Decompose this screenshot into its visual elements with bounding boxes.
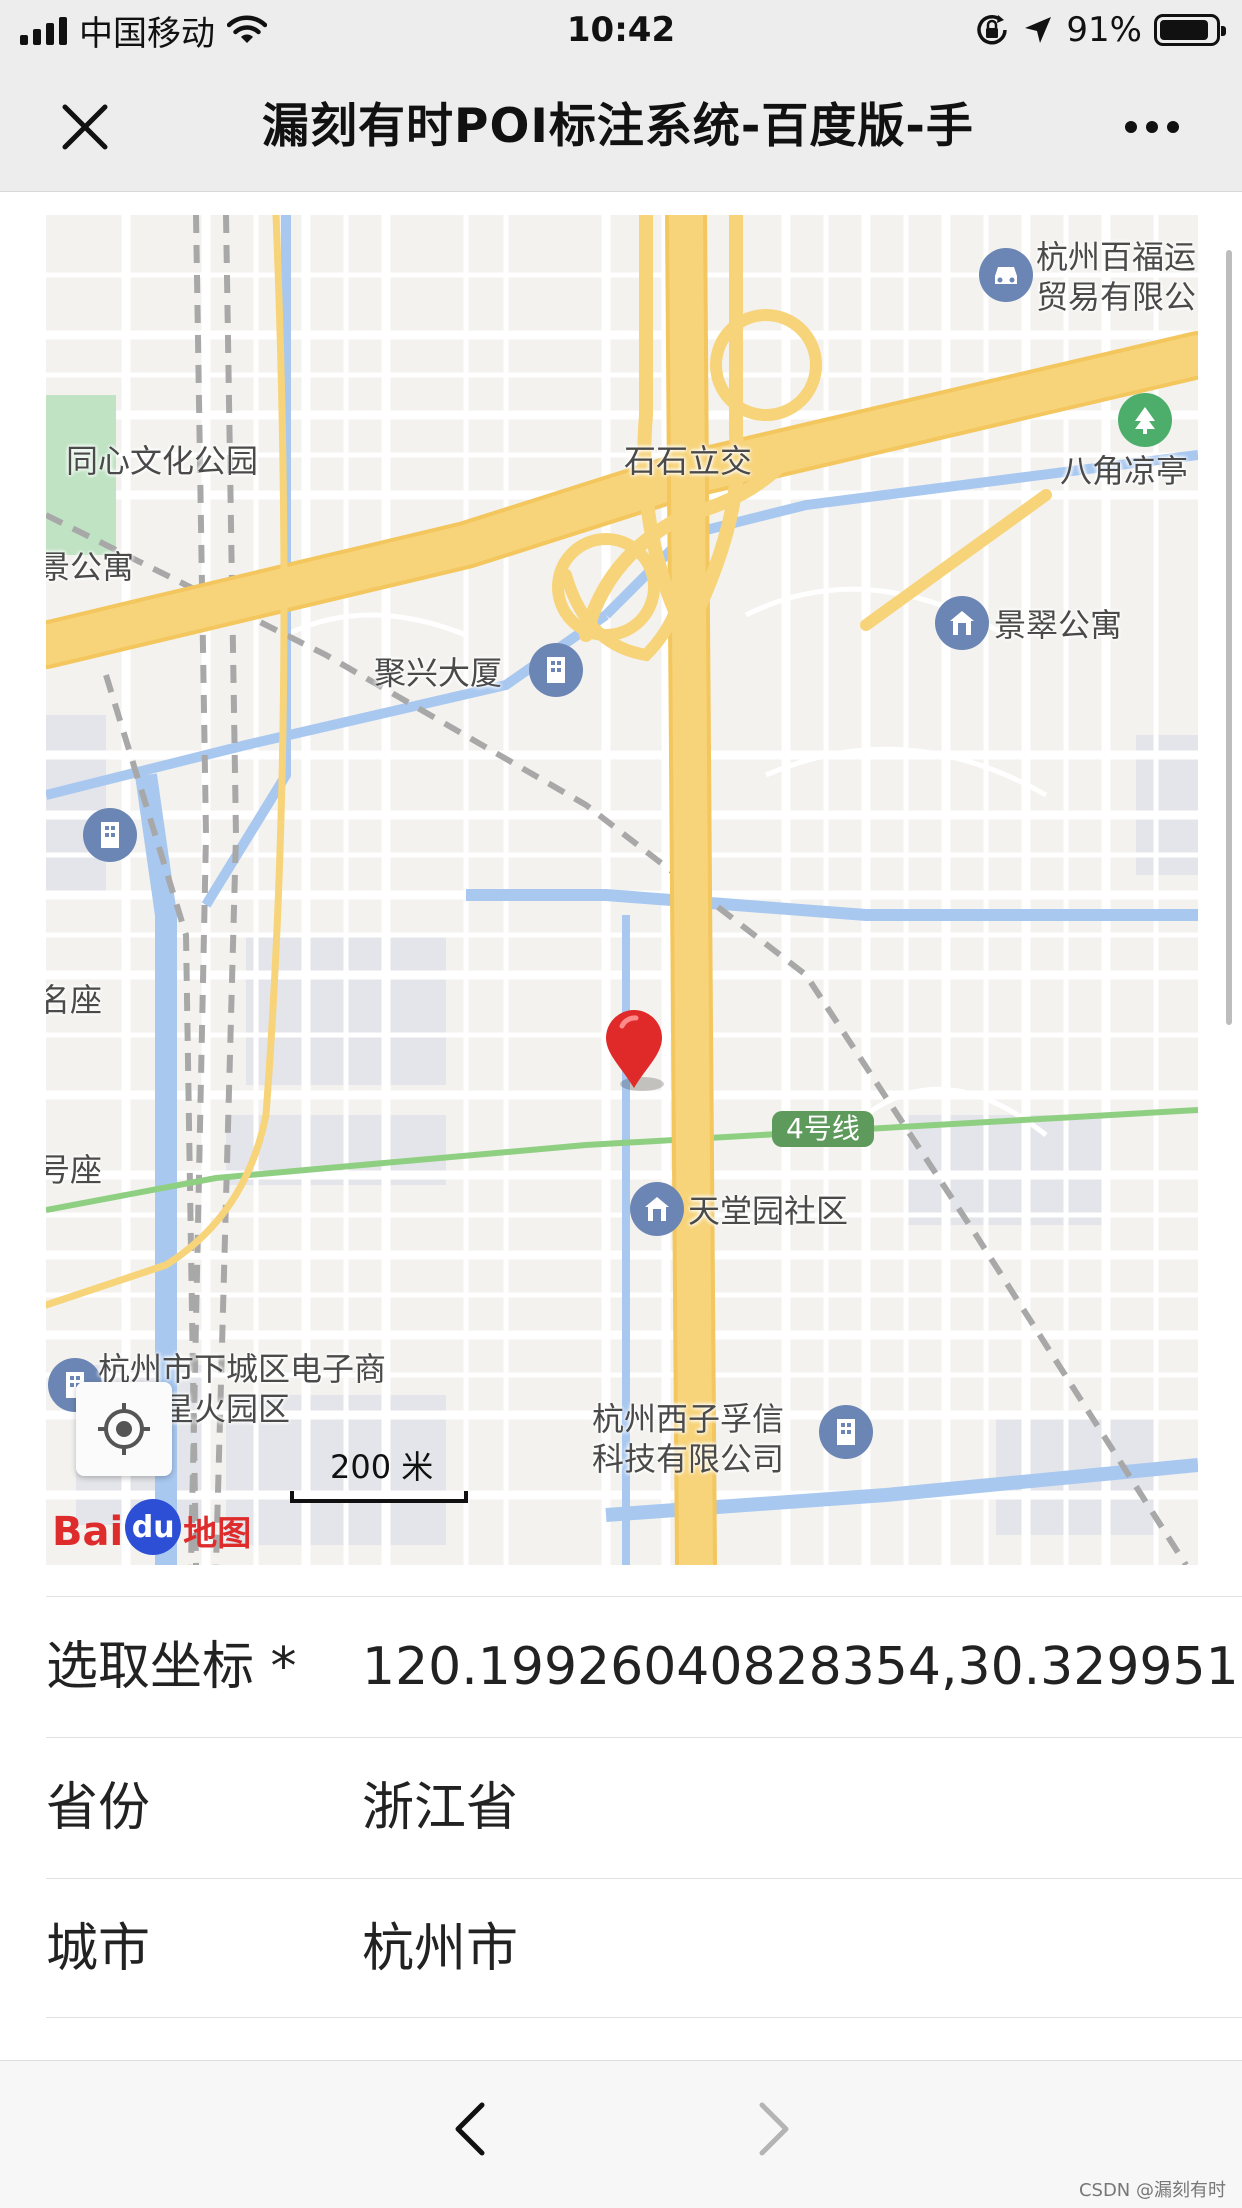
scale-label: 200 米 xyxy=(330,1448,434,1486)
map-label: 号座 xyxy=(46,1151,103,1189)
scroll-indicator[interactable] xyxy=(1226,250,1232,1025)
poi-office-icon[interactable] xyxy=(819,1405,873,1459)
province-row[interactable]: 省份 浙江省 xyxy=(46,1737,1242,1877)
poi-car-icon[interactable] xyxy=(979,248,1033,302)
page-title: 漏刻有时POI标注系统-百度版-手 xyxy=(262,99,974,154)
map-label: 杭州百福运 贸易有限公 xyxy=(1036,238,1197,316)
coordinate-row[interactable]: 选取坐标 * 120.19926040828354,30.329951 xyxy=(46,1596,1242,1736)
baidu-map-logo: Bai du 地图 xyxy=(52,1491,251,1555)
chevron-left-icon xyxy=(455,2102,485,2156)
coordinate-value[interactable]: 120.19926040828354,30.329951 xyxy=(362,1597,1239,1737)
province-label: 省份 xyxy=(46,1778,151,1838)
battery-icon xyxy=(1154,14,1226,46)
map-scale: 200 米 xyxy=(290,1445,470,1511)
more-dot-icon xyxy=(1125,121,1137,133)
map-label: 聚兴大厦 xyxy=(374,654,503,692)
baidu-map[interactable]: 杭州百福运 贸易有限公 同心文化公园 石石立交 八角凉亭 景公寓 景翠公寓 聚兴… xyxy=(46,215,1198,1565)
poi-residence-icon[interactable] xyxy=(935,596,989,650)
chevron-right-icon xyxy=(759,2102,789,2156)
status-bar: 中国移动 10:42 91% xyxy=(0,0,1242,62)
province-value[interactable]: 浙江省 xyxy=(362,1738,518,1878)
map-label: 同心文化公园 xyxy=(66,442,259,480)
map-label: 天堂园社区 xyxy=(688,1192,849,1230)
coordinate-label: 选取坐标 * xyxy=(46,1637,297,1697)
poi-office-icon[interactable] xyxy=(83,808,137,862)
back-button[interactable] xyxy=(440,2097,500,2161)
map-label: 景翠公寓 xyxy=(994,606,1123,644)
map-label: 杭州西子孚信 科技有限公司 xyxy=(592,1400,785,1478)
map-label: 景公寓 xyxy=(46,548,135,586)
city-row[interactable]: 城市 杭州市 xyxy=(46,1878,1242,2018)
selected-location-marker[interactable] xyxy=(602,1008,666,1098)
poi-park-icon[interactable] xyxy=(1118,393,1172,447)
poi-residence-icon[interactable] xyxy=(630,1182,684,1236)
map-label: 名座 xyxy=(46,981,103,1019)
more-button[interactable] xyxy=(1112,102,1192,152)
crosshair-icon xyxy=(98,1403,150,1455)
map-label: 石石立交 xyxy=(624,442,753,480)
more-dot-icon xyxy=(1146,121,1158,133)
nav-bar: 漏刻有时POI标注系统-百度版-手 xyxy=(0,62,1242,192)
map-label: 八角凉亭 xyxy=(1060,452,1189,490)
metro-line-label: 4号线 xyxy=(772,1111,874,1147)
location-arrow-icon xyxy=(1025,17,1052,43)
poi-office-icon[interactable] xyxy=(529,643,583,697)
scale-bar xyxy=(290,1491,468,1503)
locate-button[interactable] xyxy=(76,1382,172,1476)
rotation-lock-icon xyxy=(977,15,1008,45)
close-button[interactable] xyxy=(50,97,120,157)
paw-icon: du xyxy=(125,1499,182,1555)
city-label: 城市 xyxy=(46,1919,151,1979)
close-icon xyxy=(62,104,108,150)
bottom-toolbar: CSDN @漏刻有时 xyxy=(0,2060,1242,2208)
status-right: 91% xyxy=(974,8,1226,52)
city-value[interactable]: 杭州市 xyxy=(362,1879,518,2019)
more-dot-icon xyxy=(1167,121,1179,133)
forward-button[interactable] xyxy=(744,2097,804,2161)
watermark: CSDN @漏刻有时 xyxy=(1078,2180,1226,2201)
battery-percent: 91% xyxy=(1066,10,1142,50)
